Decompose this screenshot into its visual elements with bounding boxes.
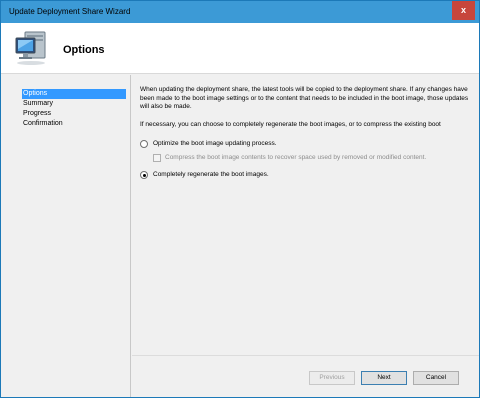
optimize-option[interactable]: Optimize the boot image updating process… (140, 139, 390, 148)
compress-label: Compress the boot image contents to reco… (165, 154, 427, 161)
previous-button[interactable]: Previous (309, 371, 355, 385)
compress-checkbox[interactable] (153, 154, 161, 162)
description-text: When updating the deployment share, the … (140, 86, 469, 110)
button-bar: Previous Next Cancel (132, 355, 479, 397)
regenerate-label: Completely regenerate the boot images. (153, 171, 269, 178)
nav-item-options[interactable]: Options (22, 89, 126, 99)
regenerate-hint-text: If necessary, you can choose to complete… (140, 121, 441, 128)
wizard-window: Update Deployment Share Wizard x Options… (0, 0, 480, 398)
nav-item-confirmation[interactable]: Confirmation (22, 119, 126, 129)
wizard-steps-nav: Options Summary Progress Confirmation (1, 75, 131, 397)
nav-item-summary[interactable]: Summary (22, 99, 126, 109)
page-title: Options (63, 44, 105, 56)
title-bar[interactable]: Update Deployment Share Wizard x (1, 1, 479, 23)
compress-option[interactable]: Compress the boot image contents to reco… (153, 153, 473, 162)
optimize-label: Optimize the boot image updating process… (153, 140, 277, 147)
options-panel: When updating the deployment share, the … (132, 75, 479, 397)
cancel-button[interactable]: Cancel (413, 371, 459, 385)
computer-monitor-icon (15, 31, 46, 65)
optimize-radio[interactable] (140, 140, 148, 148)
wizard-header: Options (1, 23, 479, 74)
next-button[interactable]: Next (361, 371, 407, 385)
regenerate-radio[interactable] (140, 171, 148, 179)
window-title: Update Deployment Share Wizard (9, 7, 131, 16)
nav-item-progress[interactable]: Progress (22, 109, 126, 119)
regenerate-option[interactable]: Completely regenerate the boot images. (140, 170, 390, 179)
close-button[interactable]: x (452, 1, 475, 20)
